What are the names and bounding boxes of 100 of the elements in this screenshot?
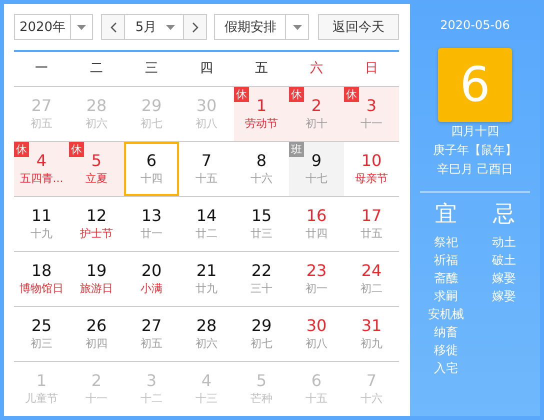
day-cell[interactable]: 7 十五 xyxy=(179,142,234,196)
lunar-date: 初九 xyxy=(360,337,382,351)
lunar-date: 博物馆日 xyxy=(20,282,64,296)
ganzhi-date: 辛巳月 己酉日 xyxy=(437,161,513,178)
suitable-item: 斋醮 xyxy=(434,270,458,287)
lunar-date: 廿三 xyxy=(250,227,272,241)
day-cell[interactable]: 休 5 立夏 xyxy=(69,142,124,196)
day-cell[interactable]: 8 十六 xyxy=(234,142,289,196)
day-cell[interactable]: 29 初七 xyxy=(234,307,289,361)
chevron-right-icon xyxy=(192,22,199,32)
rest-day-badge: 休 xyxy=(14,142,29,157)
lunar-date: 十九 xyxy=(30,227,52,241)
day-cell[interactable]: 12 护士节 xyxy=(69,197,124,251)
weekday-label: 六 xyxy=(309,60,324,78)
day-cell[interactable]: 6 十四 xyxy=(124,142,179,196)
day-number: 27 xyxy=(31,97,52,115)
holiday-select[interactable]: 假期安排 xyxy=(214,14,309,40)
avoid-item: 嫁娶 xyxy=(492,288,516,305)
day-cell[interactable]: 16 廿四 xyxy=(289,197,344,251)
day-number: 17 xyxy=(361,207,382,225)
day-cell[interactable]: 31 初九 xyxy=(344,307,399,361)
caret-icon xyxy=(166,24,176,30)
suitable-heading: 宜 xyxy=(435,201,457,229)
year-select[interactable]: 2020年 xyxy=(14,14,94,40)
lunar-date: 初十 xyxy=(306,117,328,131)
day-cell[interactable]: 23 初一 xyxy=(289,252,344,306)
day-cell[interactable]: 25 初三 xyxy=(14,307,69,361)
day-number: 26 xyxy=(86,317,107,335)
lunar-date: 初二 xyxy=(360,282,382,296)
lunar-year: 庚子年【鼠年】 xyxy=(433,142,517,159)
day-cell[interactable]: 20 小满 xyxy=(124,252,179,306)
month-select[interactable]: 5月 xyxy=(124,15,184,39)
suitable-item: 求嗣 xyxy=(434,288,458,305)
avoid-heading: 忌 xyxy=(493,201,515,229)
day-cell[interactable]: 24 初二 xyxy=(344,252,399,306)
day-number: 28 xyxy=(196,317,217,335)
lunar-date: 初七 xyxy=(250,337,272,351)
weekday-label: 日 xyxy=(364,60,379,78)
lunar-date: 初六 xyxy=(86,117,108,131)
day-cell[interactable]: 15 廿三 xyxy=(234,197,289,251)
lunar-date: 三十 xyxy=(250,282,272,296)
day-number: 29 xyxy=(141,97,162,115)
suitable-item: 入宅 xyxy=(434,360,458,377)
day-cell[interactable]: 28 初六 xyxy=(179,307,234,361)
lunar-date: 廿四 xyxy=(306,227,328,241)
day-cell[interactable]: 休 3 十一 xyxy=(344,87,399,141)
next-month-button[interactable] xyxy=(184,15,206,39)
return-today-button[interactable]: 返回今天 xyxy=(318,14,399,40)
suitable-item: 祭祀 xyxy=(434,234,458,251)
lunar-date: 芒种 xyxy=(250,392,272,406)
day-cell[interactable]: 26 初四 xyxy=(69,307,124,361)
rest-day-badge: 休 xyxy=(69,142,84,157)
lunar-date: 十六 xyxy=(250,172,272,186)
lunar-date: 廿五 xyxy=(360,227,382,241)
day-number: 27 xyxy=(141,317,162,335)
lunar-date: 十三 xyxy=(196,392,218,406)
day-cell[interactable]: 10 母亲节 xyxy=(344,142,399,196)
day-number: 31 xyxy=(361,317,382,335)
weekday-label: 五 xyxy=(254,60,269,78)
lunar-date: 旅游日 xyxy=(80,282,113,296)
day-cell[interactable]: 22 三十 xyxy=(234,252,289,306)
lunar-date: 十七 xyxy=(306,172,328,186)
day-cell[interactable]: 17 廿五 xyxy=(344,197,399,251)
weekday-label: 四 xyxy=(199,60,214,78)
day-cell[interactable]: 11 十九 xyxy=(14,197,69,251)
day-number: 13 xyxy=(141,207,162,225)
avoid-item: 动土 xyxy=(492,234,516,251)
lunar-date: 廿九 xyxy=(196,282,218,296)
previous-month-button[interactable] xyxy=(102,15,124,39)
day-cell[interactable]: 21 廿九 xyxy=(179,252,234,306)
suitable-item: 安机械 xyxy=(428,306,464,323)
day-number: 16 xyxy=(306,207,327,225)
day-number: 28 xyxy=(86,97,107,115)
day-number: 10 xyxy=(361,152,382,170)
lunar-date: 母亲节 xyxy=(355,172,388,186)
day-number: 29 xyxy=(251,317,272,335)
day-cell[interactable]: 休 4 五四青... xyxy=(14,142,69,196)
day-cell[interactable]: 14 廿二 xyxy=(179,197,234,251)
day-number: 18 xyxy=(31,262,52,280)
lunar-date: 十二 xyxy=(140,392,162,406)
day-number: 4 xyxy=(201,372,212,390)
day-number: 1 xyxy=(36,372,47,390)
day-number: 7 xyxy=(366,372,377,390)
day-cell[interactable]: 19 旅游日 xyxy=(69,252,124,306)
lunar-date: 十一 xyxy=(360,117,382,131)
day-number: 8 xyxy=(256,152,267,170)
day-cell[interactable]: 30 初八 xyxy=(289,307,344,361)
day-number: 4 xyxy=(36,152,47,170)
lunar-date: 劳动节 xyxy=(245,117,278,131)
rest-day-badge: 休 xyxy=(344,87,359,102)
day-cell[interactable]: 27 初五 xyxy=(124,307,179,361)
day-cell[interactable]: 休 2 初十 xyxy=(289,87,344,141)
lunar-date: 儿童节 xyxy=(25,392,58,406)
day-number: 11 xyxy=(31,207,52,225)
lunar-date: 十六 xyxy=(360,392,382,406)
day-cell[interactable]: 13 廿一 xyxy=(124,197,179,251)
day-cell[interactable]: 休 1 劳动节 xyxy=(234,87,289,141)
day-number: 23 xyxy=(306,262,327,280)
day-cell[interactable]: 班 9 十七 xyxy=(289,142,344,196)
day-cell[interactable]: 18 博物馆日 xyxy=(14,252,69,306)
